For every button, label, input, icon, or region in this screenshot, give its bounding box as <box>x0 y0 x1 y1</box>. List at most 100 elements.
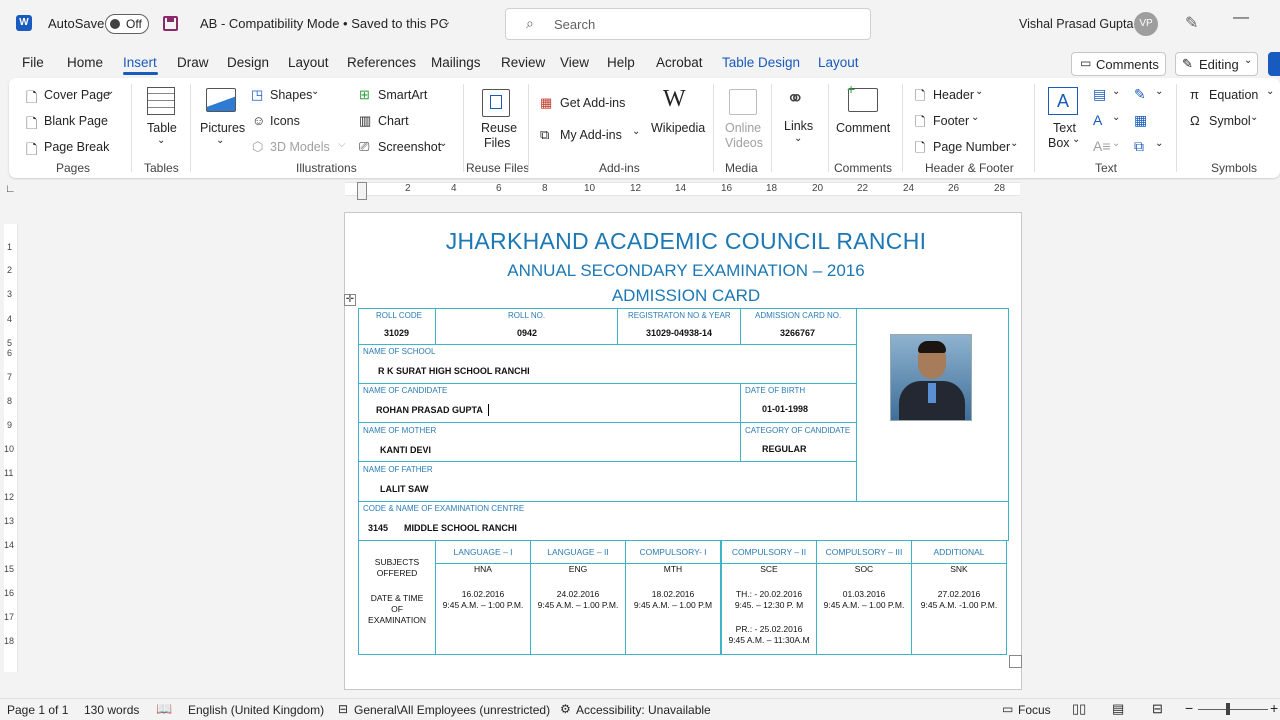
3d-models-button[interactable]: 3D Models <box>270 140 330 154</box>
chevron-down-icon[interactable]: ⌄ <box>971 112 979 123</box>
tab-mailings[interactable]: Mailings <box>431 55 481 70</box>
chevron-down-icon[interactable]: ⌄ <box>632 126 640 137</box>
comments-button[interactable]: ▭ Comments <box>1071 52 1166 76</box>
chevron-down-icon[interactable]: ⌄ <box>439 138 447 149</box>
wikipedia-button[interactable]: Wikipedia <box>651 121 705 135</box>
tab-acrobat[interactable]: Acrobat <box>656 55 703 70</box>
chevron-down-icon[interactable]: ⌄ <box>1155 138 1163 149</box>
icons-button[interactable]: Icons <box>270 114 300 128</box>
comment-button[interactable]: Comment <box>836 121 890 135</box>
print-layout-icon[interactable]: ▤ <box>1112 701 1124 717</box>
minimize-icon[interactable]: — <box>1233 9 1249 27</box>
proofing-icon[interactable]: 📖 <box>156 701 172 717</box>
reuse-files-button-l2[interactable]: Files <box>484 136 510 150</box>
chevron-down-icon[interactable]: ⌄ <box>1010 138 1018 149</box>
table-move-handle[interactable]: ✛ <box>344 294 356 306</box>
read-mode-icon[interactable]: ▯▯ <box>1072 701 1086 717</box>
shapes-button[interactable]: Shapes <box>270 88 312 102</box>
table-resize-handle[interactable] <box>1009 655 1022 668</box>
accessibility-status[interactable]: Accessibility: Unavailable <box>576 703 711 717</box>
online-videos-button-l1[interactable]: Online <box>725 121 761 135</box>
page-number-button[interactable]: Page Number <box>933 140 1010 154</box>
wordart-icon[interactable]: A <box>1093 112 1102 128</box>
equation-button[interactable]: Equation <box>1209 88 1258 102</box>
sensitivity-label[interactable]: General\All Employees (unrestricted) <box>354 703 550 717</box>
autosave-toggle[interactable]: Off <box>105 14 149 34</box>
chevron-down-icon[interactable]: ⌄ <box>1072 134 1080 145</box>
word-count[interactable]: 130 words <box>84 703 139 717</box>
new-comment-icon[interactable]: + <box>847 81 878 112</box>
links-button[interactable]: Links <box>784 119 813 133</box>
chevron-down-icon[interactable]: ⌄ <box>794 133 802 144</box>
chevron-down-icon[interactable]: ⌄ <box>216 135 224 146</box>
user-name[interactable]: Vishal Prasad Gupta <box>1019 17 1133 31</box>
pictures-icon[interactable] <box>206 88 236 112</box>
tab-table-design[interactable]: Table Design <box>722 55 800 70</box>
horizontal-ruler[interactable]: 2 4 6 8 10 12 14 16 18 20 22 24 26 28 <box>345 182 1020 196</box>
tab-layout[interactable]: Layout <box>288 55 329 70</box>
text-box-button-l2[interactable]: Box <box>1048 136 1070 150</box>
pictures-button[interactable]: Pictures <box>200 121 245 135</box>
page-count[interactable]: Page 1 of 1 <box>7 703 68 717</box>
online-videos-button-l2[interactable]: Videos <box>725 136 763 150</box>
table-button[interactable]: Table <box>147 121 177 135</box>
language-status[interactable]: English (United Kingdom) <box>188 703 324 717</box>
web-layout-icon[interactable]: ⊟ <box>1152 701 1163 717</box>
chevron-down-icon[interactable]: ⌄ <box>1112 86 1120 97</box>
vertical-ruler[interactable]: 1 2 3 4 5 6 7 8 9 10 11 12 13 14 15 16 1… <box>4 224 18 672</box>
header-button[interactable]: Header <box>933 88 974 102</box>
share-button[interactable] <box>1268 52 1280 76</box>
save-icon[interactable] <box>163 16 178 31</box>
designer-icon[interactable]: ✎ <box>1185 13 1198 33</box>
chevron-down-icon[interactable]: ⌄ <box>1250 112 1258 123</box>
zoom-thumb[interactable] <box>1226 703 1230 715</box>
quick-parts-icon[interactable]: ▤ <box>1093 86 1106 103</box>
drop-cap-icon[interactable]: A≡ <box>1093 138 1111 154</box>
focus-button[interactable]: Focus <box>1018 703 1051 717</box>
tab-help[interactable]: Help <box>607 55 635 70</box>
tab-view[interactable]: View <box>560 55 589 70</box>
avatar[interactable]: VP <box>1134 12 1158 36</box>
chevron-down-icon[interactable]: ⌄ <box>975 86 983 97</box>
reuse-files-button-l1[interactable]: Reuse <box>481 121 517 135</box>
signature-line-icon[interactable]: ✎ <box>1134 86 1146 103</box>
tab-references[interactable]: References <box>347 55 416 70</box>
chevron-down-icon[interactable]: ⌄ <box>1155 86 1163 97</box>
symbol-button[interactable]: Symbol <box>1209 114 1251 128</box>
zoom-slider[interactable] <box>1198 709 1268 710</box>
zoom-out-icon[interactable]: − <box>1185 700 1193 716</box>
tab-design[interactable]: Design <box>227 55 269 70</box>
wikipedia-icon[interactable]: W <box>663 86 686 113</box>
chevron-down-icon[interactable]: ⌄ <box>1112 112 1120 123</box>
tab-home[interactable]: Home <box>67 55 103 70</box>
cover-page-button[interactable]: Cover Page <box>44 88 110 102</box>
page-break-button[interactable]: Page Break <box>44 140 109 154</box>
text-box-button-l1[interactable]: Text <box>1053 121 1076 135</box>
footer-button[interactable]: Footer <box>933 114 969 128</box>
table-icon[interactable] <box>147 87 175 115</box>
chevron-down-icon[interactable]: ⌄ <box>442 15 451 28</box>
chevron-down-icon[interactable]: ⌵ <box>338 139 346 150</box>
chevron-down-icon[interactable]: ⌄ <box>157 135 165 146</box>
chevron-down-icon[interactable]: ⌄ <box>106 86 114 97</box>
chevron-down-icon[interactable]: ⌄ <box>311 86 319 97</box>
chart-button[interactable]: Chart <box>378 114 409 128</box>
zoom-in-icon[interactable]: + <box>1270 700 1278 716</box>
document-title[interactable]: AB - Compatibility Mode • Saved to this … <box>200 16 448 31</box>
tab-file[interactable]: File <box>22 55 44 70</box>
chevron-down-icon[interactable]: ⌄ <box>1112 138 1120 149</box>
tab-draw[interactable]: Draw <box>177 55 209 70</box>
reuse-files-icon[interactable] <box>482 89 510 117</box>
tab-review[interactable]: Review <box>501 55 545 70</box>
my-add-ins-button[interactable]: My Add-ins <box>560 128 622 142</box>
indent-marker[interactable] <box>357 182 367 200</box>
get-add-ins-button[interactable]: Get Add-ins <box>560 96 625 110</box>
text-box-icon[interactable]: A <box>1048 87 1078 115</box>
tab-table-layout[interactable]: Layout <box>818 55 859 70</box>
screenshot-button[interactable]: Screenshot <box>378 140 441 154</box>
editing-button[interactable]: ✎ Editing ⌄ <box>1175 52 1258 76</box>
tab-insert[interactable]: Insert <box>123 55 157 70</box>
search-box[interactable]: ⌕ Search <box>505 8 871 40</box>
chevron-down-icon[interactable]: ⌄ <box>1266 86 1274 97</box>
blank-page-button[interactable]: Blank Page <box>44 114 108 128</box>
